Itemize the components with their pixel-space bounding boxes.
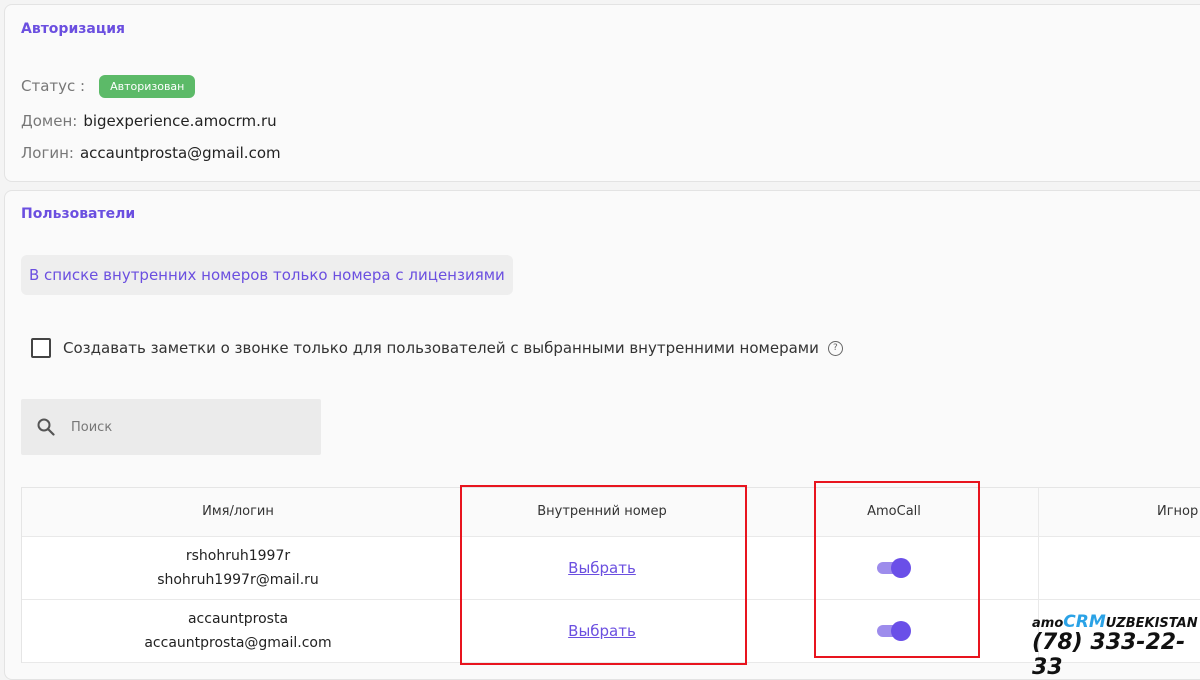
search-icon bbox=[37, 418, 55, 436]
user-cell: rshohruh1997r shohruh1997r@mail.ru bbox=[22, 537, 454, 599]
status-label: Статус : bbox=[21, 77, 86, 95]
login-value: accauntprosta@gmail.com bbox=[79, 144, 281, 162]
search-input[interactable] bbox=[69, 418, 273, 436]
highlight-ext-column bbox=[460, 485, 747, 665]
ignore-cell bbox=[1038, 537, 1200, 599]
auth-card: Авторизация Статус : Авторизован Домен: bi… bbox=[4, 4, 1200, 182]
users-title: Пользователи bbox=[21, 206, 136, 222]
header-name: Имя/логин bbox=[202, 504, 274, 519]
watermark: amoCRMUZBEKISTAN (78) 333-22-33 bbox=[1032, 612, 1200, 680]
login-label: Логин: bbox=[21, 144, 74, 162]
status-row: Статус : Авторизован bbox=[21, 75, 196, 98]
user-cell: accauntprosta accauntprosta@gmail.com bbox=[22, 600, 454, 662]
login-row: Логин: accauntprosta@gmail.com bbox=[21, 144, 281, 162]
notes-checkbox-row[interactable]: Создавать заметки о звонке только для по… bbox=[31, 338, 843, 358]
header-ignore: Игнор bbox=[1038, 488, 1200, 536]
user-name: rshohruh1997r bbox=[185, 548, 291, 564]
user-email: shohruh1997r@mail.ru bbox=[157, 572, 319, 588]
watermark-phone: (78) 333-22-33 bbox=[1032, 630, 1186, 680]
help-icon[interactable]: ? bbox=[827, 340, 843, 356]
domain-row: Домен: bigexperience.amocrm.ru bbox=[21, 112, 277, 130]
search-box[interactable] bbox=[21, 399, 321, 455]
info-box: В списке внутренних номеров только номер… bbox=[21, 255, 513, 295]
notes-checkbox-label: Создавать заметки о звонке только для по… bbox=[63, 339, 819, 357]
domain-value: bigexperience.amocrm.ru bbox=[83, 112, 277, 130]
domain-label: Домен: bbox=[21, 112, 78, 130]
highlight-amocall-column bbox=[814, 481, 980, 658]
notes-checkbox[interactable] bbox=[31, 338, 51, 358]
watermark-brand: amoCRMUZBEKISTAN bbox=[1032, 612, 1198, 632]
user-email: accauntprosta@gmail.com bbox=[144, 635, 332, 651]
auth-title: Авторизация bbox=[21, 21, 126, 37]
status-badge: Авторизован bbox=[99, 75, 196, 98]
user-name: accauntprosta bbox=[187, 611, 289, 627]
